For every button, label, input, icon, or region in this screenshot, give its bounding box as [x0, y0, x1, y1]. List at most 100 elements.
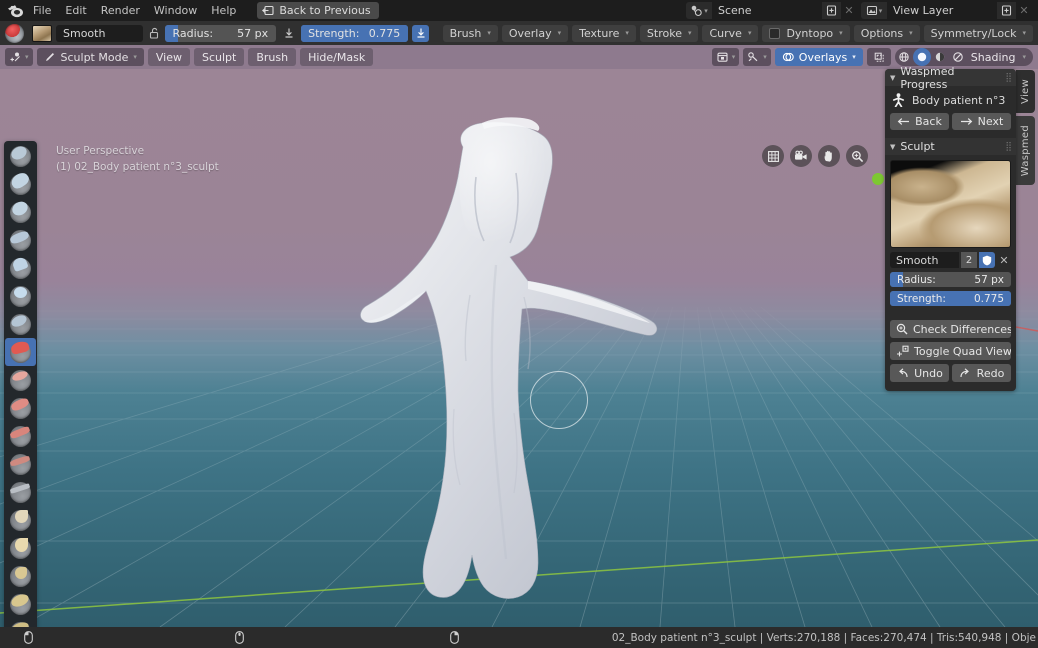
- viewport-menu-sculpt[interactable]: Sculpt: [193, 48, 245, 66]
- scene-selector[interactable]: ▾ Scene ✕: [686, 2, 857, 19]
- view-layer-name-field[interactable]: View Layer: [887, 2, 997, 19]
- grid-snap-icon[interactable]: [762, 145, 784, 167]
- tool-clay-brush[interactable]: [5, 198, 36, 226]
- scene-name-field[interactable]: Scene: [712, 2, 822, 19]
- next-button[interactable]: Next: [952, 113, 1011, 130]
- brush-texture-thumb[interactable]: [32, 24, 52, 42]
- overlay-menu[interactable]: Overlay ▾: [501, 24, 569, 42]
- tool-crease-brush[interactable]: [5, 394, 36, 422]
- collapse-triangle-icon[interactable]: ▼: [890, 143, 895, 151]
- sculpted-body-mesh[interactable]: [270, 69, 690, 627]
- mode-selector[interactable]: Sculpt Mode ▾: [36, 48, 144, 66]
- hand-pan-icon[interactable]: [818, 145, 840, 167]
- editor-type-sculpt-icon[interactable]: ▾: [5, 48, 33, 66]
- sidebar-strength-slider[interactable]: Strength: 0.775: [890, 291, 1011, 306]
- back-to-previous-button[interactable]: Back to Previous: [257, 2, 379, 19]
- gizmo-icon[interactable]: ▾: [743, 48, 771, 66]
- viewport-menu-view[interactable]: View: [147, 48, 190, 66]
- tool-pinch-brush[interactable]: [5, 506, 36, 534]
- redo-button[interactable]: Redo: [952, 364, 1011, 382]
- tool-snake-hook[interactable]: [5, 590, 36, 618]
- brush-menu-label: Brush: [449, 26, 482, 40]
- dyntopo-checkbox[interactable]: [769, 27, 781, 39]
- sidebar-tab-waspmed[interactable]: Waspmed: [1016, 115, 1035, 186]
- shading-label[interactable]: Shading: [967, 48, 1023, 66]
- blender-logo-icon[interactable]: [4, 2, 26, 20]
- tool-inflate-brush[interactable]: [5, 310, 36, 338]
- tool-grab-brush[interactable]: [5, 534, 36, 562]
- overlays-toggle[interactable]: Overlays ▾: [774, 48, 863, 66]
- menu-edit[interactable]: Edit: [58, 2, 93, 19]
- tool-settings-bar: Smooth Radius: 57 px Strength: 0.775 Bru…: [0, 21, 1038, 45]
- texture-menu[interactable]: Texture ▾: [572, 24, 636, 42]
- back-button[interactable]: Back: [890, 113, 949, 130]
- view-layer-selector[interactable]: ▾ View Layer ✕: [861, 2, 1032, 19]
- brush-sphere-icon[interactable]: [5, 23, 24, 43]
- shading-wireframe-icon[interactable]: [895, 48, 913, 66]
- undo-button[interactable]: Undo: [890, 364, 949, 382]
- tool-layer-brush[interactable]: [5, 282, 36, 310]
- stroke-menu[interactable]: Stroke ▾: [639, 24, 699, 42]
- viewport-menu-hide-mask[interactable]: Hide/Mask: [300, 48, 374, 66]
- waspmed-progress-panel-header[interactable]: ▼ Waspmed Progress ⣿: [885, 65, 1016, 91]
- check-differences-button[interactable]: Check Differences ..: [890, 320, 1011, 338]
- menu-help[interactable]: Help: [204, 2, 243, 19]
- object-visibility-icon[interactable]: ▾: [711, 48, 740, 66]
- new-scene-button[interactable]: [822, 2, 841, 19]
- viewport-menu-brush[interactable]: Brush: [248, 48, 297, 66]
- tool-draw-sharp-brush[interactable]: [5, 169, 36, 198]
- fake-user-shield-icon[interactable]: [979, 252, 995, 268]
- sculpt-toolshelf[interactable]: [4, 141, 37, 627]
- radius-slider[interactable]: Radius: 57 px: [165, 24, 277, 42]
- tool-elastic-deform[interactable]: [5, 562, 36, 590]
- options-menu[interactable]: Options ▾: [853, 24, 920, 42]
- scene-unlink-icon[interactable]: ✕: [841, 2, 857, 19]
- sidebar-radius-slider[interactable]: Radius: 57 px: [890, 272, 1011, 287]
- symmetry-lock-menu[interactable]: Symmetry/Lock ▾: [923, 24, 1033, 42]
- menu-render[interactable]: Render: [94, 2, 147, 19]
- 3d-viewport[interactable]: User Perspective (1) 02_Body patient n°3…: [0, 69, 1038, 627]
- brush-menu[interactable]: Brush ▾: [442, 24, 498, 42]
- tool-clay-strips-brush[interactable]: [5, 226, 36, 254]
- radius-value: 57 px: [237, 26, 269, 40]
- tool-draw-brush[interactable]: [5, 142, 36, 170]
- brush-name-field[interactable]: Smooth: [56, 24, 144, 42]
- brush-texture-preview[interactable]: [890, 160, 1011, 248]
- brush-user-count[interactable]: 2: [961, 252, 977, 268]
- dyntopo-toggle[interactable]: Dyntopo ▾: [762, 24, 850, 42]
- gizmo-neg-x-axis[interactable]: [872, 173, 884, 185]
- strength-slider[interactable]: Strength: 0.775: [301, 24, 409, 42]
- menu-file[interactable]: File: [26, 2, 58, 19]
- view-layer-unlink-icon[interactable]: ✕: [1016, 2, 1032, 19]
- sculpt-panel-header[interactable]: ▼ Sculpt ⣿: [885, 138, 1016, 155]
- tool-smooth-brush[interactable]: [5, 338, 36, 366]
- shading-material-icon[interactable]: [931, 48, 949, 66]
- mouse-left-icon: [24, 631, 33, 644]
- radius-pressure-icon[interactable]: [280, 24, 298, 42]
- toggle-quad-view-button[interactable]: Toggle Quad View: [890, 342, 1011, 360]
- zoom-icon[interactable]: [846, 145, 868, 167]
- new-view-layer-button[interactable]: [997, 2, 1016, 19]
- shading-solid-icon[interactable]: [912, 48, 931, 66]
- xray-icon[interactable]: [866, 48, 891, 66]
- magnifier-compare-icon: [896, 323, 908, 335]
- collapse-triangle-icon[interactable]: ▼: [890, 74, 895, 82]
- tool-clay-thumb-brush[interactable]: [5, 254, 36, 282]
- tool-thumb-brush[interactable]: [5, 618, 36, 627]
- tool-flatten-brush[interactable]: [5, 422, 36, 450]
- tool-blob-brush[interactable]: [5, 366, 36, 394]
- brush-unlink-icon[interactable]: ✕: [997, 252, 1011, 268]
- tool-fill-brush[interactable]: [5, 450, 36, 478]
- sidebar-tab-view[interactable]: View: [1016, 70, 1035, 113]
- sidebar-brush-name[interactable]: Smooth: [890, 252, 959, 268]
- scene-icon[interactable]: ▾: [686, 2, 712, 19]
- shading-rendered-icon[interactable]: [949, 48, 967, 66]
- curve-menu[interactable]: Curve ▾: [702, 24, 759, 42]
- tool-scrape-brush[interactable]: [5, 478, 36, 506]
- unlock-icon[interactable]: [147, 25, 161, 42]
- strength-pressure-icon[interactable]: [412, 24, 430, 42]
- view-layer-icon[interactable]: ▾: [861, 2, 887, 19]
- camera-icon[interactable]: [790, 145, 812, 167]
- menu-window[interactable]: Window: [147, 2, 204, 19]
- shading-mode-group[interactable]: Shading ▾: [894, 48, 1033, 66]
